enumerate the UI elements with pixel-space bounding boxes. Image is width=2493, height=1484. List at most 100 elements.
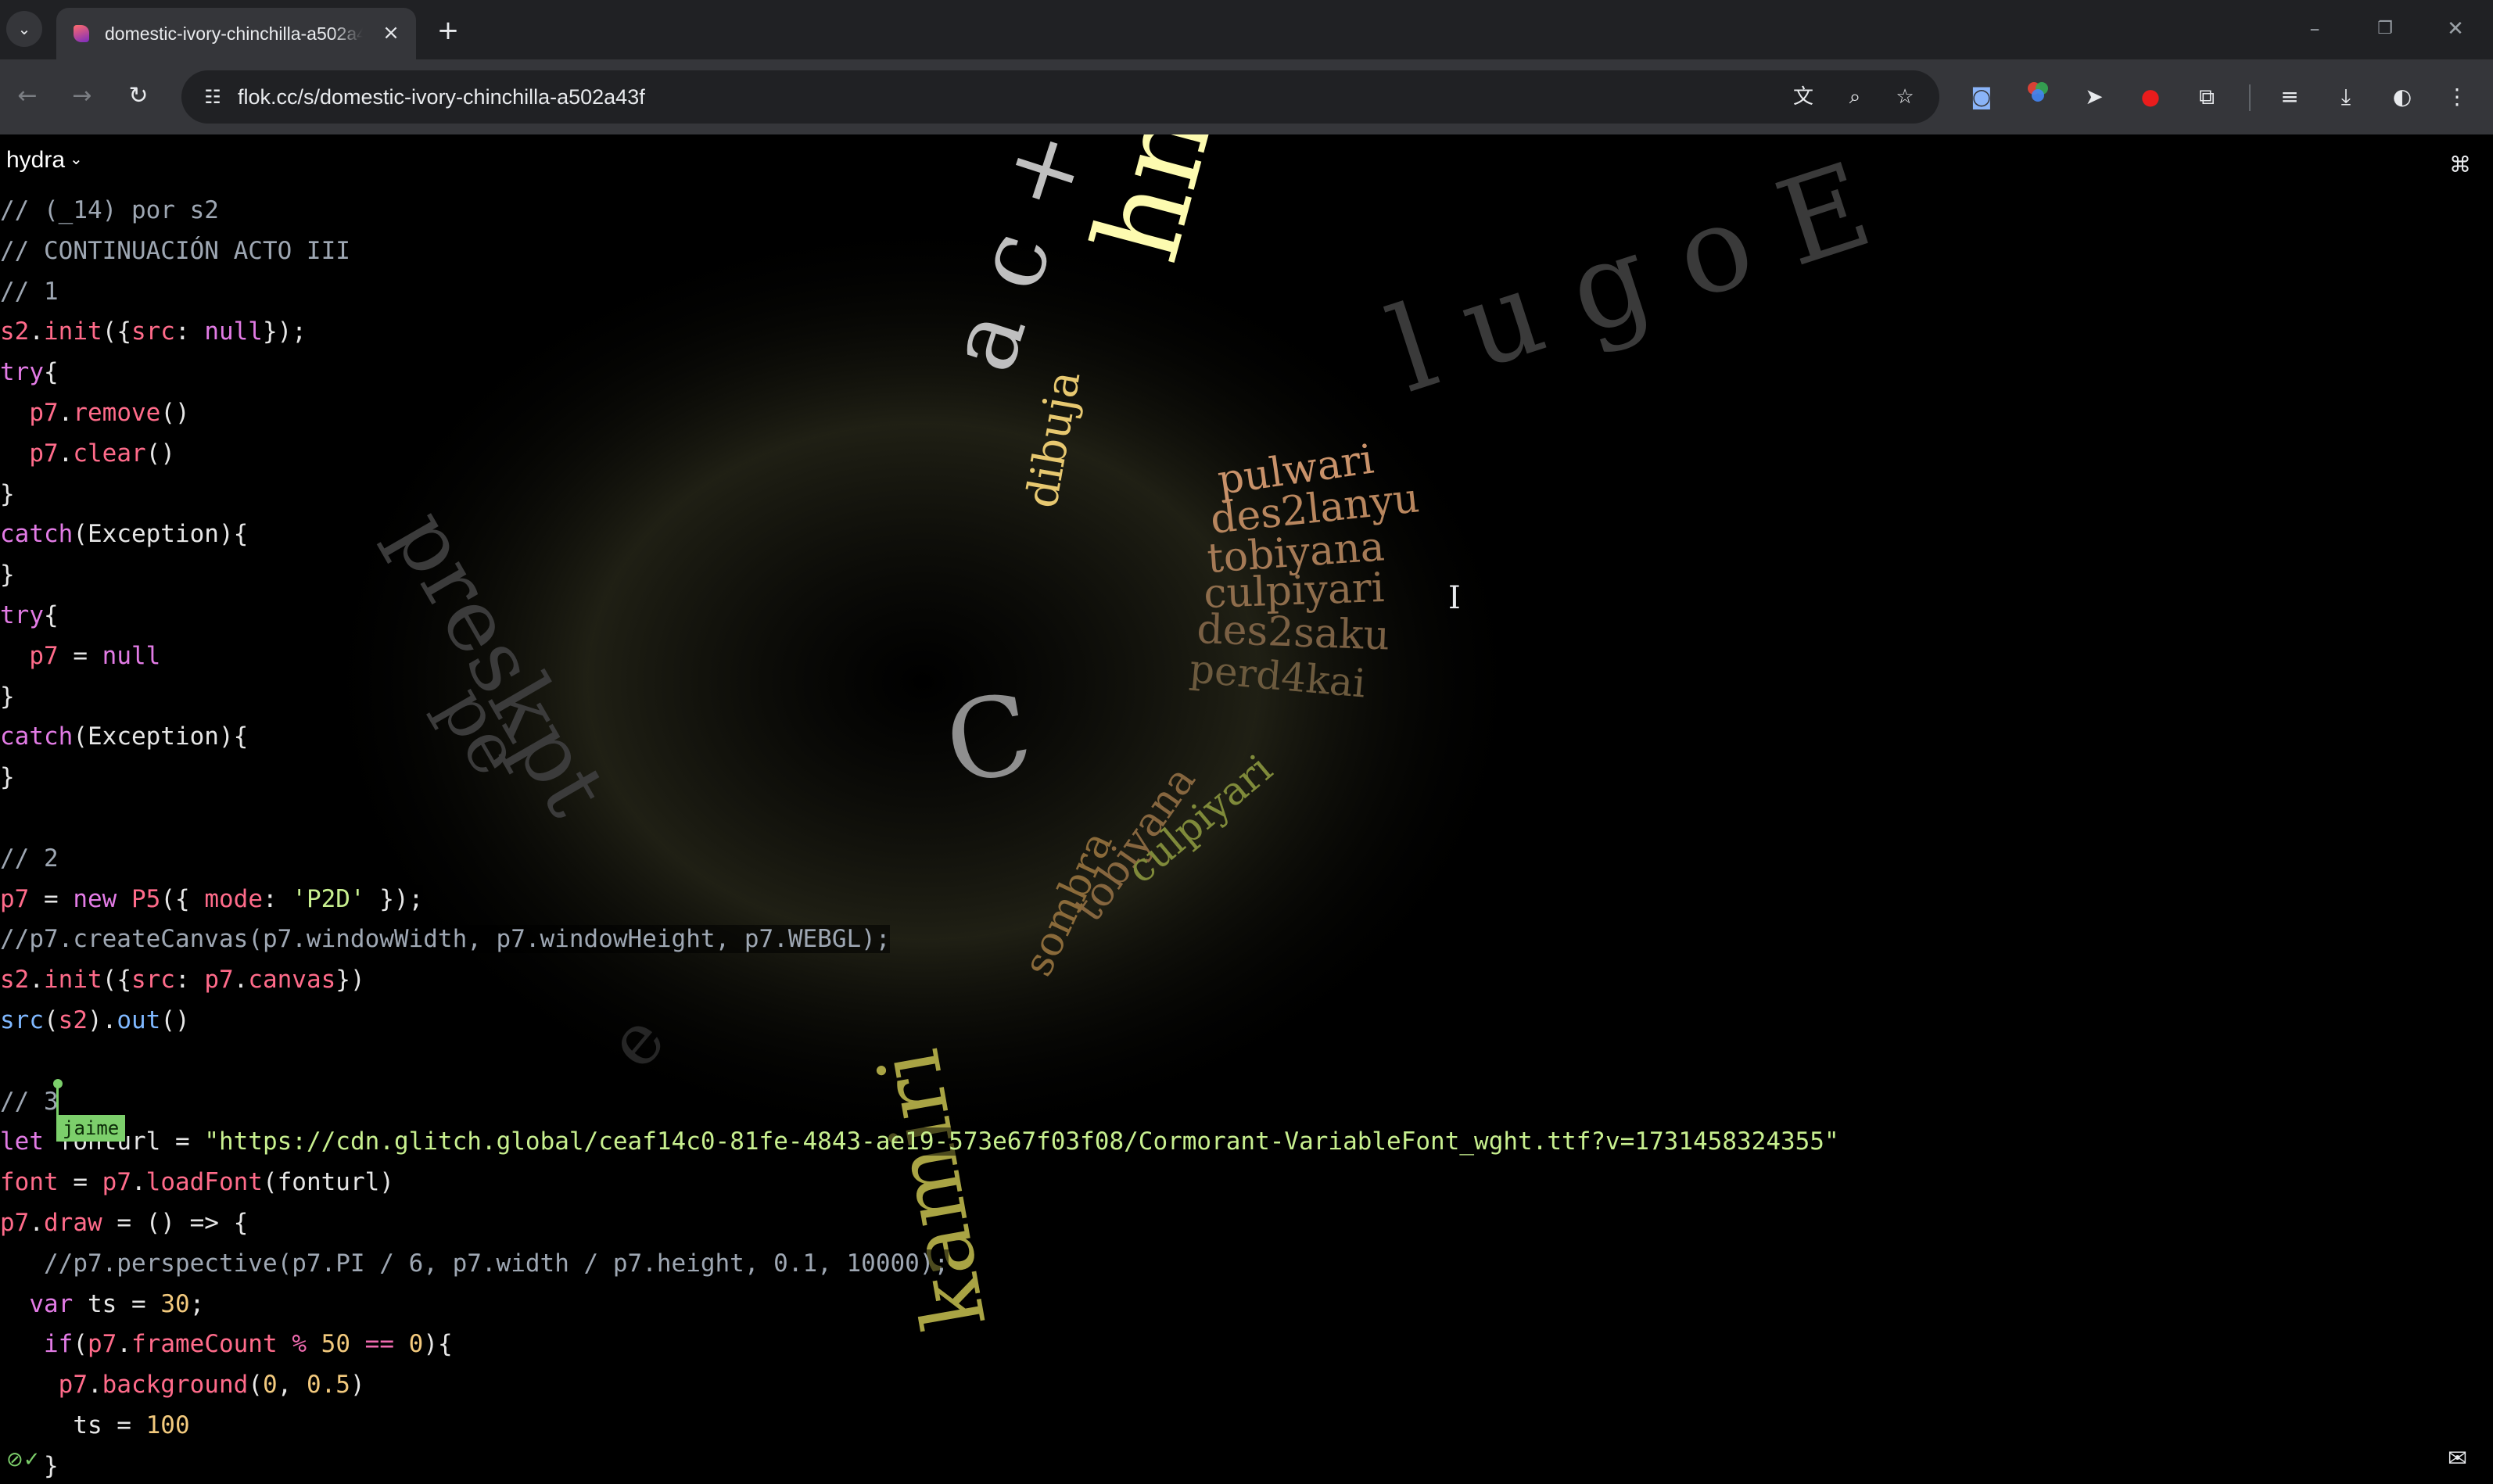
code-line[interactable]: src(s2).out() [0, 1001, 1877, 1041]
cursor-extension-icon[interactable]: ➤ [2075, 78, 2113, 116]
code-token: ( [73, 1330, 88, 1359]
chevron-down-icon: ⌄ [70, 151, 83, 168]
code-line[interactable]: try{ [0, 353, 1877, 393]
code-token: remove [73, 398, 161, 427]
code-line[interactable]: p7.clear() [0, 434, 1877, 475]
code-token: // 3 [0, 1087, 59, 1116]
zoom-icon[interactable]: ⌕ [1838, 80, 1872, 114]
new-tab-plus-icon[interactable]: + [432, 14, 465, 47]
code-token: } [0, 763, 15, 792]
code-line[interactable]: try{ [0, 596, 1877, 636]
code-line[interactable]: var ts = 30; [0, 1285, 1877, 1325]
code-token: } [0, 682, 15, 711]
code-token: . [58, 398, 74, 427]
back-arrow-icon[interactable]: ← [8, 77, 47, 116]
code-token: . [131, 1168, 146, 1197]
remote-cursor-label: jaime [56, 1115, 126, 1142]
code-token: loadFont [145, 1168, 263, 1197]
minimize-icon[interactable]: – [2291, 11, 2338, 47]
code-token: font [0, 1168, 59, 1197]
code-line[interactable]: s2.init({src: null}); [0, 312, 1877, 353]
code-line[interactable]: p7.background(0, 0.5) [0, 1365, 1877, 1406]
browser-toolbar: ← → ↻ ☷ flok.cc/s/domestic-ivory-chinchi… [0, 59, 2493, 134]
tab-close-icon[interactable]: × [377, 19, 405, 47]
code-line[interactable]: // CONTINUACIÓN ACTO III [0, 231, 1877, 272]
record-extension-icon[interactable]: ● [2132, 78, 2169, 116]
code-token: }); [262, 317, 307, 346]
forward-arrow-icon[interactable]: → [63, 77, 102, 116]
color-picker-extension-icon[interactable] [2019, 78, 2057, 116]
code-token: 50 [321, 1330, 350, 1359]
code-line[interactable] [0, 1041, 1877, 1082]
site-info-tune-icon[interactable]: ☷ [197, 81, 228, 113]
code-line[interactable]: p7.remove() [0, 393, 1877, 434]
code-token [0, 641, 30, 670]
code-line[interactable]: //p7.perspective(p7.PI / 6, p7.width / p… [0, 1244, 1877, 1285]
code-token: p7 [58, 1371, 88, 1400]
code-token: frameCount [131, 1330, 278, 1359]
restore-icon[interactable]: ❐ [2362, 11, 2409, 47]
code-line[interactable]: // 1 [0, 272, 1877, 313]
code-token: (Exception){ [73, 722, 249, 751]
code-token: ) [350, 1371, 365, 1400]
code-line[interactable]: s2.init({src: p7.canvas}) [0, 960, 1877, 1001]
window-close-icon[interactable]: ✕ [2432, 11, 2479, 47]
code-line[interactable]: font = p7.loadFont(fonturl) [0, 1163, 1877, 1203]
code-token: == [364, 1330, 394, 1359]
code-line[interactable]: catch(Exception){ [0, 514, 1877, 555]
code-line[interactable]: p7 = new P5({ mode: 'P2D' }); [0, 880, 1877, 920]
code-token: p7 [88, 1330, 117, 1359]
menu-kebab-icon[interactable]: ⋮ [2438, 78, 2476, 116]
code-token: . [87, 1371, 102, 1400]
code-token: background [102, 1371, 249, 1400]
code-token: (Exception){ [73, 520, 249, 549]
code-line[interactable] [0, 798, 1877, 839]
code-token [117, 884, 131, 913]
code-line[interactable]: catch(Exception){ [0, 717, 1877, 758]
address-bar[interactable]: ☷ flok.cc/s/domestic-ivory-chinchilla-a5… [181, 70, 1939, 124]
code-token: let [0, 1127, 44, 1156]
code-token: 0.5 [306, 1371, 350, 1400]
code-token: } [0, 479, 15, 508]
downloads-icon[interactable]: ⤓ [2327, 78, 2365, 116]
code-line[interactable]: p7.draw = () => { [0, 1203, 1877, 1244]
code-line[interactable]: } [0, 758, 1877, 798]
code-line[interactable]: } [0, 555, 1877, 596]
code-line[interactable]: // 3 [0, 1082, 1877, 1123]
code-line[interactable]: p7 = null [0, 636, 1877, 677]
tab-title: domestic-ivory-chinchilla-a502a43f [105, 8, 363, 59]
code-token: ({ [102, 966, 131, 995]
translate-icon[interactable]: 文 [1786, 80, 1820, 114]
code-line[interactable]: } [0, 1446, 1877, 1484]
code-token: () [145, 439, 175, 468]
browser-tab-active[interactable]: domestic-ivory-chinchilla-a502a43f × [56, 8, 416, 59]
code-line[interactable]: // (_14) por s2 [0, 191, 1877, 231]
code-line[interactable]: //p7.createCanvas(p7.windowWidth, p7.win… [0, 919, 1877, 960]
code-editor[interactable]: // (_14) por s2 // CONTINUACIÓN ACTO III /… [0, 191, 1877, 1484]
profile-icon[interactable]: ◐ [2384, 78, 2421, 116]
bookmark-star-icon[interactable]: ☆ [1888, 80, 1922, 114]
code-line[interactable]: if(p7.frameCount % 50 == 0){ [0, 1324, 1877, 1365]
url-text[interactable]: flok.cc/s/domestic-ivory-chinchilla-a502… [238, 70, 645, 124]
code-token [0, 1330, 44, 1359]
tab-search-chevron-down-icon[interactable]: ⌄ [6, 11, 42, 47]
media-controls-icon[interactable]: ≡ [2271, 78, 2308, 116]
code-line[interactable]: let fonturl = "https://cdn.glitch.global… [0, 1122, 1877, 1163]
code-line[interactable]: } [0, 677, 1877, 718]
code-line[interactable]: ts = 100 [0, 1406, 1877, 1446]
code-token [277, 1330, 292, 1359]
reload-icon[interactable]: ↻ [119, 77, 158, 116]
code-token [0, 398, 30, 427]
target-select-dropdown[interactable]: hydra ⌄ [6, 144, 89, 175]
command-palette-icon[interactable]: ⌘ [2449, 152, 2471, 177]
code-token: { [44, 358, 59, 387]
code-line[interactable]: // 2 [0, 839, 1877, 880]
screenshot-extension-icon[interactable]: ◙ [1963, 78, 2000, 116]
extensions-puzzle-icon[interactable]: ⧉ [2188, 78, 2226, 116]
messages-mail-icon[interactable]: ✉ [2448, 1445, 2467, 1472]
flok-favicon-icon [74, 25, 89, 42]
text-cursor-ibeam-icon: I [1448, 580, 1461, 616]
code-line[interactable]: } [0, 475, 1877, 515]
remote-cursor-caret [56, 1084, 59, 1117]
code-token: src [131, 966, 175, 995]
